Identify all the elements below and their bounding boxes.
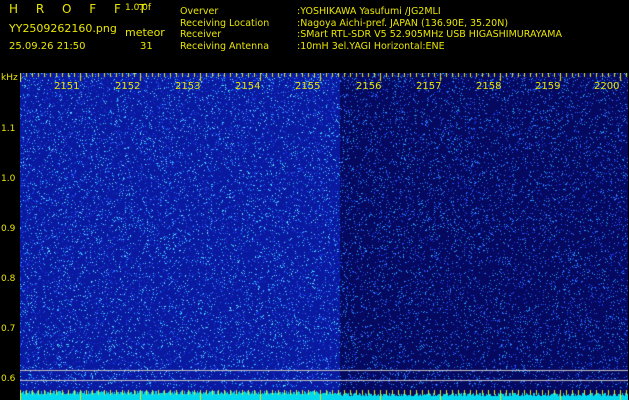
info-key: Receiving Location <box>180 17 270 29</box>
x-tick-label: 2153 <box>175 81 201 92</box>
datetime-label: 25.09.26 21:50 <box>9 41 86 52</box>
info-key: Overver <box>180 6 219 17</box>
header-panel: H R O F F T 1.0.0f YY2509262160.png 25.0… <box>0 0 629 70</box>
x-tick-label: 2152 <box>115 81 141 92</box>
x-tick-label: 2155 <box>295 81 321 92</box>
info-row-observer: Overver :YOSHIKAWA Yasufumi /JG2MLI <box>180 6 562 18</box>
info-value: :YOSHIKAWA Yasufumi /JG2MLI <box>297 6 441 17</box>
y-tick-label: 0.8 <box>1 274 16 284</box>
y-tick-label: 1.1 <box>1 124 16 134</box>
x-tick-label: 2151 <box>54 81 80 92</box>
waterfall-spectrogram[interactable] <box>20 73 628 400</box>
x-tick-label: 2200 <box>594 81 620 92</box>
x-tick-label: 2154 <box>235 81 261 92</box>
version-label: 1.0.0f <box>125 3 152 13</box>
y-axis-unit: kHz <box>1 73 18 83</box>
x-tick-label: 2158 <box>476 81 502 92</box>
y-tick-label: 0.9 <box>1 224 16 234</box>
info-value: :SMart RTL-SDR V5 52.905MHz USB HIGASHIM… <box>297 29 562 40</box>
filename-label: YY2509262160.png <box>9 22 117 35</box>
y-tick-label: 0.6 <box>1 374 16 384</box>
y-tick-label: 1.0 <box>1 174 16 184</box>
x-tick-label: 2159 <box>535 81 561 92</box>
x-tick-label: 2157 <box>416 81 442 92</box>
info-key: Receiver <box>180 29 222 40</box>
info-row-receiver: Receiver :SMart RTL-SDR V5 52.905MHz USB… <box>180 29 562 41</box>
meteor-count: 31 <box>140 41 153 52</box>
info-row-location: Receiving Location :Nagoya Aichi-pref. J… <box>180 18 562 30</box>
meteor-label: meteor <box>125 26 165 39</box>
x-tick-label: 2156 <box>356 81 382 92</box>
station-info: Overver :YOSHIKAWA Yasufumi /JG2MLI Rece… <box>180 6 562 52</box>
y-tick-label: 0.7 <box>1 324 16 334</box>
info-row-antenna: Receiving Antenna :10mH 3el.YAGI Horizon… <box>180 41 562 53</box>
info-key: Receiving Antenna <box>180 40 270 52</box>
info-value: :Nagoya Aichi-pref. JAPAN (136.90E, 35.2… <box>297 17 509 29</box>
info-value: :10mH 3el.YAGI Horizontal:ENE <box>297 40 445 52</box>
